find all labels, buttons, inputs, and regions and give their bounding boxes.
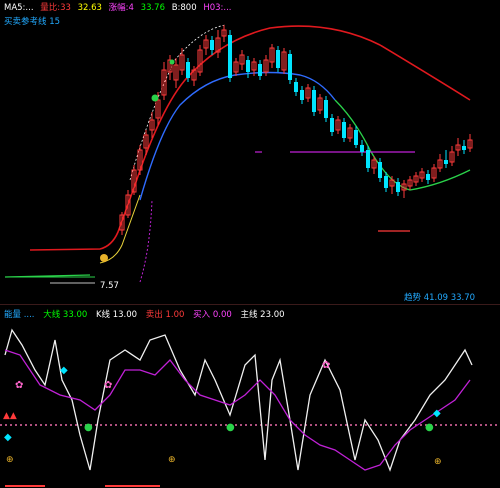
pink-star-icon-3: ✿ xyxy=(322,360,330,371)
right-panel-label: 趋势 41.09 33.70 xyxy=(404,293,476,303)
red-marker-icon: ▲▲ xyxy=(3,411,17,421)
gold-marker-icon-3: ⊕ xyxy=(168,455,176,465)
diamond-icon-2: ◆ xyxy=(4,432,12,443)
diamond-icon-3: ◆ xyxy=(433,408,441,419)
candle-body xyxy=(342,122,346,138)
indicator-item-5: 买入 0.00 xyxy=(193,310,232,320)
candle-body xyxy=(378,162,382,178)
candle-body xyxy=(324,100,328,118)
green-dot-icon-3: ● xyxy=(425,422,434,433)
candle-body xyxy=(258,64,262,76)
magenta-oscillator-line xyxy=(4,349,471,471)
candle-body xyxy=(426,174,430,180)
candle-body xyxy=(462,146,466,150)
candle-body xyxy=(300,90,304,100)
red-trend-line xyxy=(29,25,471,251)
green-trend-line xyxy=(4,99,471,278)
indicator-header: 能量 .... 大线 33.00 K线 13.00 卖出 1.00 买入 0.0… xyxy=(4,310,291,321)
candle-body xyxy=(276,50,280,68)
diamond-icon-1: ◆ xyxy=(60,365,68,376)
indicator-item-2: 大线 33.00 xyxy=(43,310,88,320)
gold-marker-icon: ⊕ xyxy=(6,455,14,465)
green-dot-icon-2: ● xyxy=(226,422,235,433)
candle-body xyxy=(384,176,388,188)
candle-body xyxy=(312,90,316,112)
magenta-dotted-line xyxy=(139,199,153,283)
candle-body xyxy=(210,40,214,50)
indicator-item-3: K线 13.00 xyxy=(95,310,138,320)
candle-body xyxy=(186,62,190,78)
candle-body xyxy=(246,60,250,72)
candle-body xyxy=(354,130,358,145)
candlestick-series xyxy=(119,25,473,235)
candle-body xyxy=(444,160,448,164)
candle-body xyxy=(330,118,334,132)
indicator-item-1: 能量 .... xyxy=(4,310,35,320)
pink-star-icon-2: ✿ xyxy=(104,380,112,391)
main-kline-chart[interactable] xyxy=(0,0,500,300)
candle-body xyxy=(228,35,232,78)
candle-body xyxy=(288,54,292,80)
pink-star-icon-1: ✿ xyxy=(15,380,23,391)
panel-divider xyxy=(0,304,500,305)
green-dot-icon: ● xyxy=(84,422,93,433)
white-oscillator-line xyxy=(4,328,473,472)
indicator-item-6: 主线 23.00 xyxy=(240,310,285,320)
candle-body xyxy=(366,150,370,168)
candle-body xyxy=(396,182,400,192)
low-price-label: 7.57 xyxy=(100,281,119,291)
signal-dot-icon-2 xyxy=(169,59,175,65)
gold-marker-icon-2: ⊕ xyxy=(434,457,442,467)
candle-body xyxy=(294,82,298,92)
signal-dot-icon xyxy=(151,94,159,102)
indicator-item-4: 卖出 1.00 xyxy=(145,310,185,320)
buy-signal-icon xyxy=(100,254,108,262)
candle-body xyxy=(360,145,364,152)
